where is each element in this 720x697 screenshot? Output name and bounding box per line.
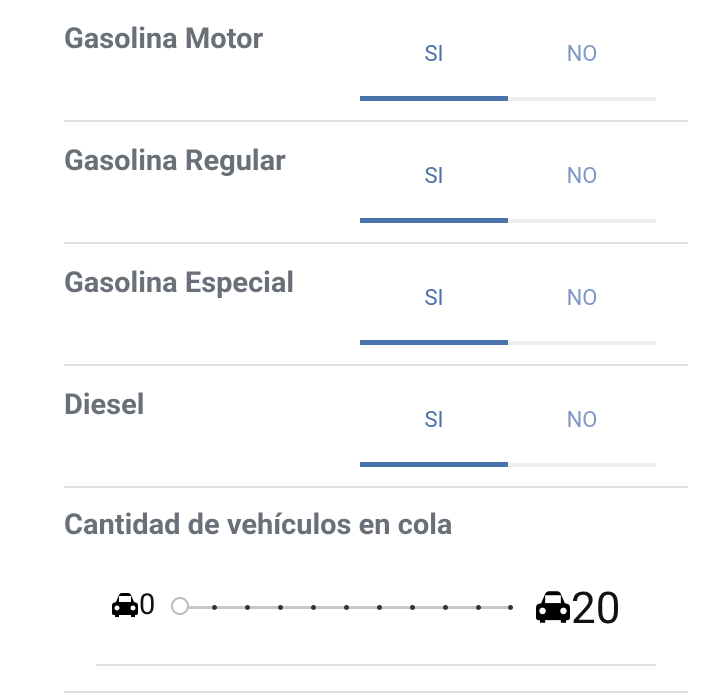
divider — [64, 691, 688, 693]
fuel-label: Gasolina Especial — [64, 266, 295, 300]
tab-no[interactable]: NO — [508, 406, 656, 436]
tab-no[interactable]: NO — [508, 284, 656, 314]
tab-si[interactable]: SI — [360, 284, 508, 314]
fuel-row-gasolina-especial: Gasolina Especial SI NO — [64, 244, 688, 366]
fuel-row-gasolina-motor: Gasolina Motor SI NO — [64, 0, 688, 122]
tab-indicator — [360, 218, 508, 223]
fuel-label: Gasolina Motor — [64, 22, 264, 56]
slider-tick — [278, 605, 283, 610]
slider-tick — [311, 605, 316, 610]
slider-tick — [245, 605, 250, 610]
queue-slider[interactable] — [170, 594, 516, 622]
slider-min-label: 0 — [139, 588, 156, 622]
queue-title: Cantidad de vehículos en cola — [64, 508, 453, 542]
car-icon — [112, 593, 138, 617]
slider-tick — [508, 605, 513, 610]
tab-no[interactable]: NO — [508, 40, 656, 70]
slider-max-label: 20 — [571, 582, 621, 634]
fuel-row-diesel: Diesel SI NO — [64, 366, 688, 488]
tab-si[interactable]: SI — [360, 406, 508, 436]
fuel-label: Gasolina Regular — [64, 144, 286, 178]
slider-tick — [377, 605, 382, 610]
divider — [96, 664, 656, 666]
slider-tick — [344, 605, 349, 610]
tab-no[interactable]: NO — [508, 162, 656, 192]
slider-tick — [410, 605, 415, 610]
tab-indicator — [360, 462, 508, 467]
fuel-row-gasolina-regular: Gasolina Regular SI NO — [64, 122, 688, 244]
slider-tick — [476, 605, 481, 610]
slider-thumb[interactable] — [171, 597, 189, 615]
tab-indicator — [360, 340, 508, 345]
tab-si[interactable]: SI — [360, 40, 508, 70]
car-icon — [536, 591, 570, 623]
fuel-label: Diesel — [64, 388, 145, 422]
tab-indicator — [360, 96, 508, 101]
slider-tick — [443, 605, 448, 610]
slider-tick — [212, 605, 217, 610]
tab-si[interactable]: SI — [360, 162, 508, 192]
